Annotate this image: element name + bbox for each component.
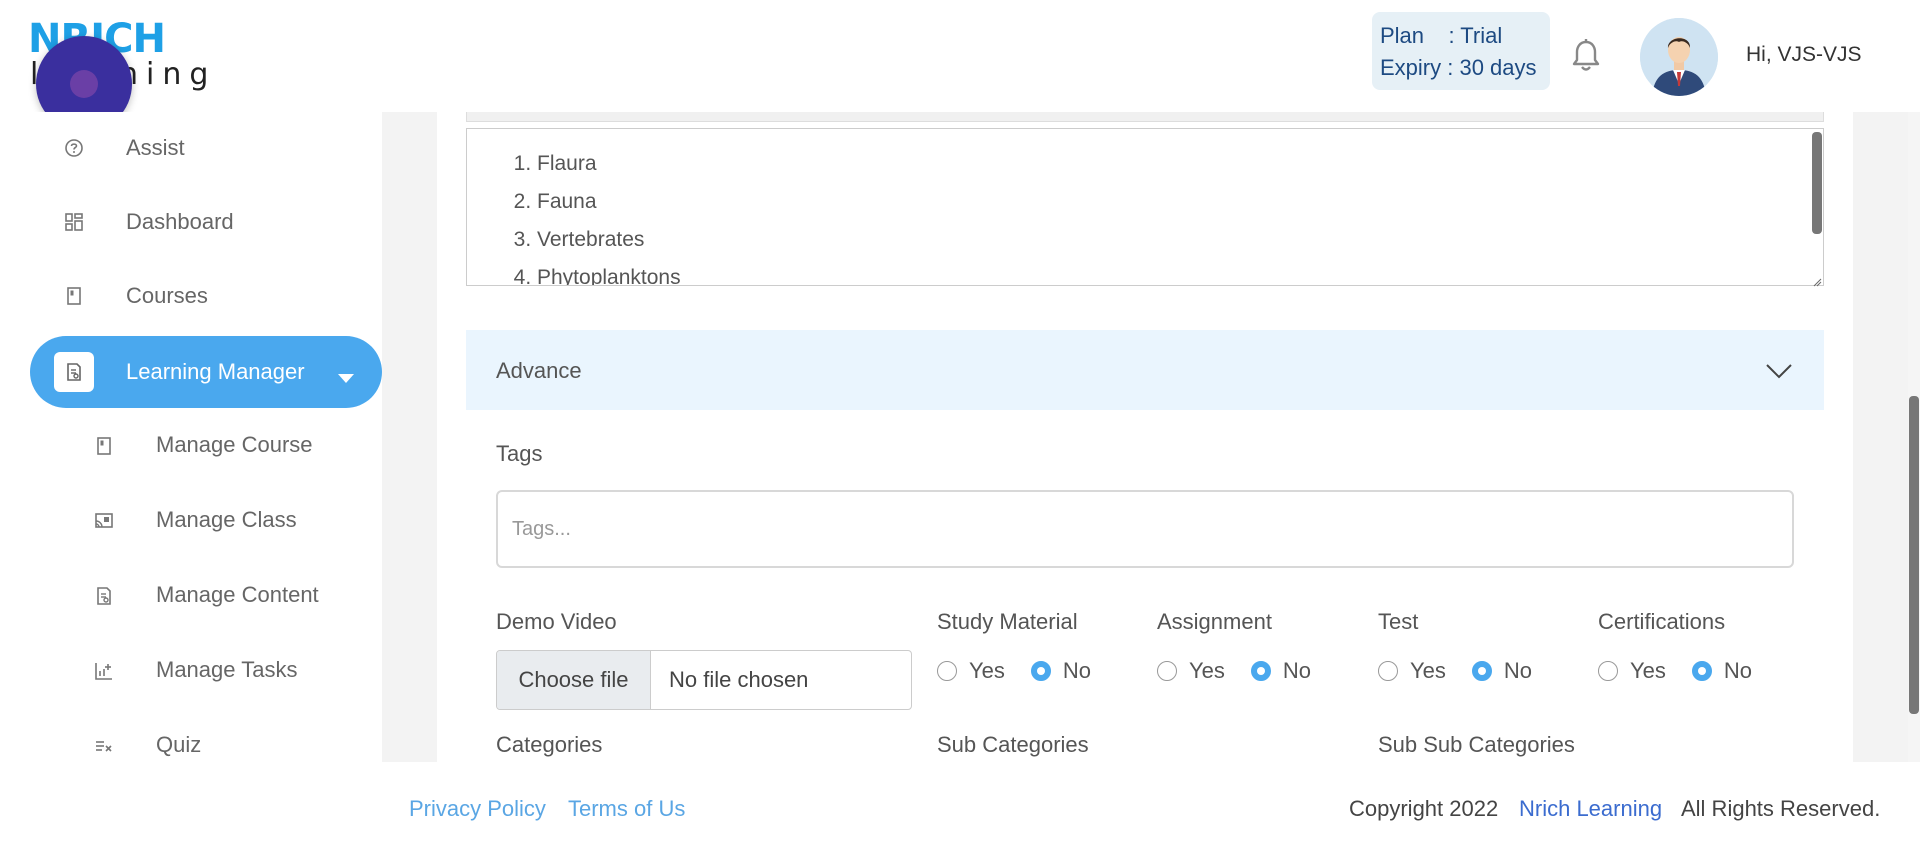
assignment-no-radio[interactable] <box>1250 661 1271 681</box>
sidebar-item-courses[interactable]: Courses <box>30 260 382 332</box>
privacy-policy-link[interactable]: Privacy Policy <box>409 796 546 822</box>
sidebar-item-label: Dashboard <box>126 209 234 234</box>
no-label: No <box>1062 658 1092 683</box>
list-item: Flaura <box>537 145 681 183</box>
categories-label: Categories <box>496 732 603 757</box>
dashboard-icon <box>64 212 84 232</box>
sidebar-item-assist[interactable]: Assist <box>30 112 382 184</box>
sidebar-subitem-manage-class[interactable]: Manage Class <box>60 485 382 557</box>
study-material-label: Study Material <box>937 609 1078 634</box>
sidebar-subitem-manage-course[interactable]: Manage Course <box>60 410 382 482</box>
top-header: NRICH learning Plan : Trial Expiry : 30 … <box>0 0 1920 132</box>
study-material-yes-radio[interactable] <box>937 661 957 681</box>
advance-label: Advance <box>496 358 582 383</box>
no-label: No <box>1282 658 1312 683</box>
editor-toolbar-edge <box>466 112 1824 122</box>
brand-link[interactable]: Nrich Learning <box>1519 796 1662 822</box>
test-no-radio[interactable] <box>1471 661 1492 681</box>
list-item: Vertebrates <box>537 221 681 259</box>
sidebar-item-learning-manager[interactable]: Learning Manager <box>30 336 382 408</box>
demo-video-label: Demo Video <box>496 609 617 634</box>
list-item: Fauna <box>537 183 681 221</box>
sidebar-item-label: Assist <box>126 135 185 160</box>
document-icon <box>94 586 114 606</box>
yes-label: Yes <box>1630 658 1666 683</box>
cast-icon <box>94 511 114 531</box>
assist-bubble-dot <box>70 70 98 98</box>
tags-label: Tags <box>496 441 543 466</box>
sidebar-subitem-manage-tasks[interactable]: Manage Tasks <box>60 635 382 707</box>
sidebar-subitem-quiz[interactable]: Quiz <box>60 710 382 782</box>
sub-categories-label: Sub Categories <box>937 732 1089 757</box>
rights-text: All Rights Reserved. <box>1681 796 1881 821</box>
sidebar-subitem-label: Quiz <box>156 732 202 757</box>
choose-file-button[interactable]: Choose file <box>497 651 651 709</box>
editor-scrollbar[interactable] <box>1812 132 1822 234</box>
user-greeting[interactable]: Hi, VJS-VJS <box>1746 43 1862 67</box>
topic-list: Flaura Fauna Vertebrates Phytoplanktons <box>513 145 681 285</box>
sidebar-item-label: Learning Manager <box>126 359 305 384</box>
tags-input[interactable] <box>496 490 1794 568</box>
sidebar-subitem-label: Manage Tasks <box>156 657 298 682</box>
advance-accordion[interactable]: Advance <box>466 330 1824 410</box>
sidebar-subitem-label: Manage Class <box>156 507 297 532</box>
sidebar-item-dashboard[interactable]: Dashboard <box>30 186 382 258</box>
study-material-radio-group: Yes No <box>937 656 1091 686</box>
sidebar-subitem-manage-content[interactable]: Manage Content <box>60 560 382 632</box>
yes-label: Yes <box>1410 658 1446 683</box>
list-item: Phytoplanktons <box>537 259 681 285</box>
certifications-no-radio[interactable] <box>1691 661 1712 681</box>
plan-line: Plan : Trial <box>1380 23 1503 48</box>
assignment-label: Assignment <box>1157 609 1272 634</box>
terms-link[interactable]: Terms of Us <box>568 796 685 822</box>
file-status: No file chosen <box>669 667 809 692</box>
yes-label: Yes <box>1189 658 1225 683</box>
chevron-down-icon <box>1764 356 1794 386</box>
chart-add-icon <box>94 661 114 681</box>
sub-sub-categories-label: Sub Sub Categories <box>1378 732 1575 757</box>
book-icon <box>94 436 114 456</box>
book-icon <box>64 286 84 306</box>
test-yes-radio[interactable] <box>1378 661 1398 681</box>
study-material-no-radio[interactable] <box>1030 661 1051 681</box>
assignment-yes-radio[interactable] <box>1157 661 1177 681</box>
bell-icon[interactable] <box>1570 38 1602 74</box>
help-circle-icon <box>64 138 84 158</box>
plan-badge: Plan : Trial Expiry : 30 days <box>1372 12 1550 90</box>
yes-label: Yes <box>969 658 1005 683</box>
no-label: No <box>1723 658 1753 683</box>
page-scrollbar[interactable] <box>1909 396 1919 714</box>
caret-down-icon <box>338 374 354 383</box>
certifications-label: Certifications <box>1598 609 1726 634</box>
document-icon <box>54 352 94 392</box>
no-label: No <box>1503 658 1533 683</box>
sidebar-subitem-label: Manage Course <box>156 432 313 457</box>
sidebar-subitem-label: Manage Content <box>156 582 319 607</box>
assignment-radio-group: Yes No <box>1157 656 1311 686</box>
copyright-text: Copyright 2022 <box>1349 796 1499 821</box>
test-label: Test <box>1378 609 1419 634</box>
list-check-icon <box>94 736 114 756</box>
certifications-radio-group: Yes No <box>1598 656 1752 686</box>
sidebar-item-label: Courses <box>126 283 208 308</box>
content-list-editor[interactable]: Flaura Fauna Vertebrates Phytoplanktons <box>466 128 1824 286</box>
expiry-line: Expiry : 30 days <box>1380 55 1537 80</box>
certifications-yes-radio[interactable] <box>1598 661 1618 681</box>
demo-video-file-input[interactable]: Choose file No file chosen <box>496 650 912 710</box>
resize-handle-icon[interactable] <box>1812 274 1822 287</box>
user-avatar[interactable] <box>1640 18 1718 96</box>
test-radio-group: Yes No <box>1378 656 1532 686</box>
footer: Privacy Policy Terms of Us Copyright 202… <box>382 762 1908 854</box>
